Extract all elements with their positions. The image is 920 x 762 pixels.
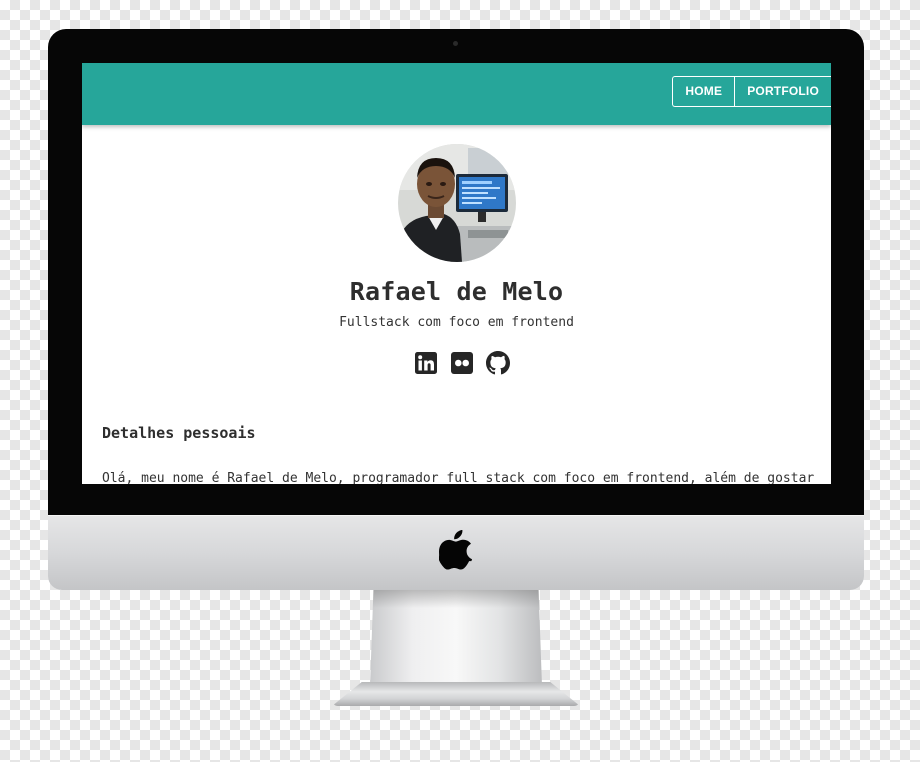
avatar (398, 144, 516, 262)
site-header: HOME PORTFOLIO (82, 63, 831, 125)
camera-icon (453, 41, 458, 46)
github-icon[interactable] (486, 351, 510, 375)
nav-portfolio-button[interactable]: PORTFOLIO (734, 77, 831, 106)
apple-logo-icon (439, 529, 473, 570)
intro-paragraph: Olá, meu nome é Rafael de Melo, programa… (102, 471, 815, 484)
linkedin-icon[interactable] (414, 351, 438, 375)
nav-menu: HOME PORTFOLIO (672, 76, 831, 107)
screen: HOME PORTFOLIO Rafael de Melo Fullstack … (82, 63, 831, 484)
profile-photo (398, 144, 516, 262)
flickr-icon[interactable] (450, 351, 474, 375)
profile-tagline: Fullstack com foco em frontend (339, 315, 574, 330)
nav-home-button[interactable]: HOME (673, 77, 734, 106)
section-title-personal-details: Detalhes pessoais (102, 424, 256, 442)
profile-name: Rafael de Melo (349, 277, 564, 306)
social-links (414, 351, 514, 375)
monitor-stand-foot (332, 682, 580, 706)
monitor-stand (370, 590, 542, 686)
